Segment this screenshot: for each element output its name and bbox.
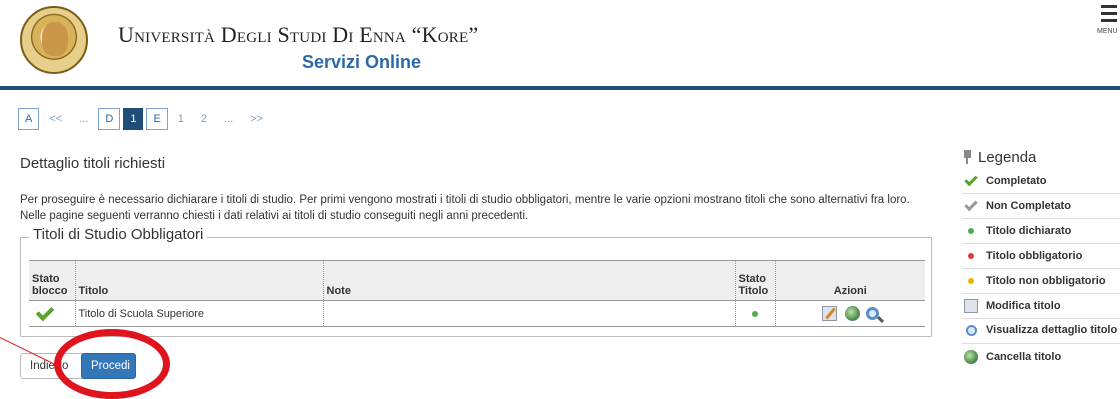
dot-yellow-icon <box>968 278 974 284</box>
globe-delete-icon <box>964 349 978 364</box>
legend-item-dichiarato: Titolo dichiarato <box>962 219 1120 244</box>
legenda-title-text: Legenda <box>978 148 1037 166</box>
legend-item-non-obbligatorio: Titolo non obbligatorio <box>962 269 1120 294</box>
search-detail-icon[interactable] <box>865 307 879 320</box>
menu-icon-bar <box>1101 19 1117 22</box>
pager-ellipsis: ... <box>72 108 96 130</box>
intro-text: Per proseguire è necessario dichiarare i… <box>20 194 910 222</box>
legend-item-non-completato: Non Completato <box>962 194 1120 219</box>
pager-last[interactable]: >> <box>243 108 271 130</box>
titoli-obbligatori-section: Titoli di Studio Obbligatori Stato blocc… <box>20 226 932 337</box>
legend-label: Titolo non obbligatorio <box>986 275 1106 287</box>
pager-step-2[interactable]: 2 <box>193 108 215 130</box>
col-titolo: Titolo <box>75 260 324 301</box>
edit-icon <box>964 299 978 313</box>
dot-icon-wrap <box>962 228 980 234</box>
col-stato-titolo: Stato Titolo <box>735 260 776 301</box>
menu-button[interactable]: MENU <box>1097 2 1120 36</box>
pager-step-e[interactable]: E <box>146 108 168 130</box>
university-logo[interactable] <box>20 6 88 74</box>
dot-icon-wrap <box>962 278 980 284</box>
university-name: Università Degli Studi Di Enna “Kore” <box>118 22 479 47</box>
annotation-highlight-oval <box>54 329 170 399</box>
titolo-cell: Titolo di Scuola Superiore <box>75 300 324 327</box>
legend-label: Titolo obbligatorio <box>986 250 1083 262</box>
pager-step-current[interactable]: 1 <box>123 108 144 130</box>
dot-red-icon <box>968 253 974 259</box>
globe-icon-wrap <box>962 349 980 364</box>
legend-label: Non Completato <box>986 200 1071 212</box>
legend-label: Titolo dichiarato <box>986 225 1072 237</box>
pin-icon <box>962 150 972 164</box>
menu-label: MENU <box>1097 28 1118 35</box>
pager-step-a[interactable]: A <box>18 108 40 130</box>
pager-step-1[interactable]: 1 <box>170 108 191 130</box>
search-icon <box>965 324 977 336</box>
header-divider <box>0 86 1120 90</box>
pager-ellipsis: ... <box>217 108 241 130</box>
check-icon-wrap <box>962 197 980 212</box>
note-cell <box>323 300 736 327</box>
logo-figure <box>42 22 68 56</box>
pager-first[interactable]: << <box>42 108 70 130</box>
completed-check-icon <box>35 302 55 321</box>
col-note: Note <box>323 260 736 301</box>
stato-titolo-cell <box>735 300 776 327</box>
col-stato-blocco: Stato blocco <box>29 260 76 301</box>
dot-green-icon <box>968 228 974 234</box>
page-title: Dettaglio titoli richiesti <box>20 155 166 172</box>
menu-icon-bar <box>1101 12 1117 15</box>
legend-item-modifica: Modifica titolo <box>962 294 1120 319</box>
step-pager: A << ... D 1 E 1 2 ... >> <box>18 108 271 130</box>
titoli-table: Stato blocco Titolo Note Stato Titolo Az… <box>29 260 925 327</box>
section-title: Titoli di Studio Obbligatori <box>29 226 208 243</box>
legenda-panel: Legenda Completato Non Completato Titolo… <box>962 145 1120 369</box>
check-green-icon <box>964 172 978 187</box>
col-azioni: Azioni <box>775 260 925 301</box>
legend-label: Cancella titolo <box>986 350 1062 363</box>
legend-item-obbligatorio: Titolo obbligatorio <box>962 244 1120 269</box>
legend-item-completato: Completato <box>962 169 1120 194</box>
pager-step-d[interactable]: D <box>98 108 121 130</box>
page-header: Università Degli Studi Di Enna “Kore” Se… <box>0 0 1120 88</box>
azioni-cell <box>775 300 925 327</box>
legend-label: Modifica titolo <box>986 300 1061 312</box>
edit-icon[interactable] <box>821 306 837 321</box>
legend-item-visualizza: Visualizza dettaglio titolo <box>962 319 1120 344</box>
check-icon-wrap <box>962 172 980 187</box>
search-icon-wrap <box>962 324 980 336</box>
legend-item-cancella: Cancella titolo <box>962 344 1120 369</box>
stato-blocco-cell <box>29 300 76 327</box>
menu-icon <box>1101 5 1117 8</box>
servizi-online-title: Servizi Online <box>302 52 422 72</box>
legend-label: Completato <box>986 175 1047 187</box>
edit-icon-wrap <box>962 299 980 313</box>
dot-icon-wrap <box>962 253 980 259</box>
legend-label: Visualizza dettaglio titolo <box>986 324 1118 336</box>
table-row: Titolo di Scuola Superiore <box>29 300 925 327</box>
legenda-title: Legenda <box>962 145 1120 169</box>
check-grey-icon <box>964 197 978 212</box>
status-dot-icon <box>752 310 758 317</box>
delete-globe-icon[interactable] <box>844 306 860 321</box>
